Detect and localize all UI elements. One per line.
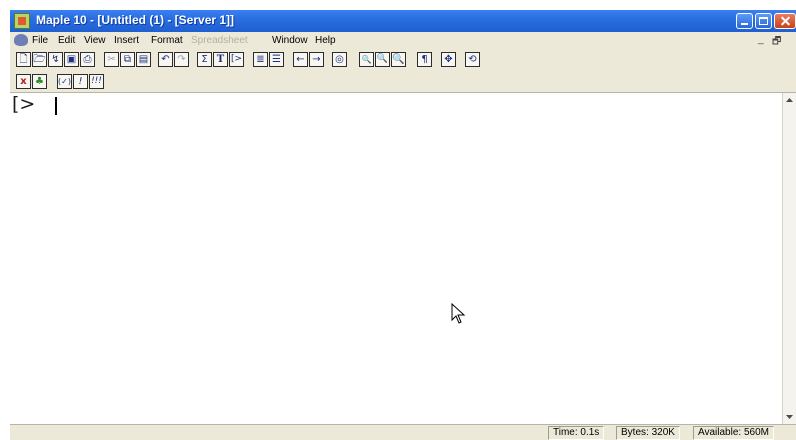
- paste-icon[interactable]: ▤: [136, 52, 151, 67]
- status-available: Available: 560M: [693, 426, 774, 440]
- menu-spreadsheet: Spreadsheet: [191, 35, 248, 46]
- minimize-button[interactable]: [736, 13, 753, 29]
- input-icon[interactable]: [>: [229, 52, 244, 67]
- check-icon[interactable]: (✓): [57, 74, 72, 89]
- status-time: Time: 0.1s: [548, 426, 605, 440]
- sum-icon[interactable]: Σ: [197, 52, 212, 67]
- maximize-button[interactable]: [755, 13, 772, 29]
- scroll-down-icon[interactable]: [783, 410, 796, 424]
- menu-window[interactable]: Window: [272, 35, 308, 46]
- document-menu-icon[interactable]: [14, 34, 28, 46]
- zoom-400-icon[interactable]: 🔍: [391, 52, 406, 67]
- undo-icon[interactable]: ↶: [158, 52, 173, 67]
- title-bar[interactable]: Maple 10 - [Untitled (1) - [Server 1]]: [10, 10, 796, 32]
- status-bar: Time: 0.1s Bytes: 320K Available: 560M: [10, 424, 796, 440]
- menu-view[interactable]: View: [84, 35, 106, 46]
- zoom-200-icon[interactable]: 🔍: [375, 52, 390, 67]
- text-icon[interactable]: T: [213, 52, 228, 67]
- window-title: Maple 10 - [Untitled (1) - [Server 1]]: [36, 13, 235, 27]
- back-icon[interactable]: ←: [293, 52, 308, 67]
- mdi-restore-button[interactable]: 🗗: [772, 34, 781, 51]
- save-icon[interactable]: ▣: [64, 52, 79, 67]
- open-icon[interactable]: 🗁: [32, 52, 47, 67]
- show-marks-icon[interactable]: ¶: [417, 52, 432, 67]
- execute-all-icon[interactable]: !!!: [89, 74, 104, 89]
- main-toolbar: 🗋 🗁 ↯ ▣ ⎙ ✂ ⧉ ▤ ↶ ↷ Σ T [> ≣ ☰ ← → ◎ 🔍 🔍…: [10, 50, 796, 71]
- stop-icon[interactable]: ◎: [332, 52, 347, 67]
- new-icon[interactable]: 🗋: [16, 52, 31, 67]
- status-bytes: Bytes: 320K: [616, 426, 680, 440]
- interrupt-icon[interactable]: x: [16, 74, 31, 89]
- maple-window: Maple 10 - [Untitled (1) - [Server 1]] F…: [10, 10, 796, 440]
- input-prompt: [>: [12, 93, 36, 115]
- scroll-up-icon[interactable]: [783, 93, 796, 107]
- open-url-icon[interactable]: ↯: [48, 52, 63, 67]
- fullscreen-icon[interactable]: ✥: [441, 52, 456, 67]
- close-button[interactable]: [774, 13, 796, 29]
- forward-icon[interactable]: →: [309, 52, 324, 67]
- mdi-minimize-button[interactable]: _: [758, 34, 764, 45]
- menu-insert[interactable]: Insert: [114, 35, 139, 46]
- maple-app-icon[interactable]: [14, 13, 30, 29]
- menu-file[interactable]: File: [32, 35, 48, 46]
- text-caret: [55, 97, 57, 115]
- redo-icon[interactable]: ↷: [174, 52, 189, 67]
- mouse-pointer-icon: [451, 303, 466, 324]
- menu-format[interactable]: Format: [151, 35, 183, 46]
- outdent-icon[interactable]: ☰: [269, 52, 284, 67]
- indent-icon[interactable]: ≣: [253, 52, 268, 67]
- menu-bar: File Edit View Insert Format Spreadsheet…: [10, 32, 796, 50]
- execute-icon[interactable]: !: [73, 74, 88, 89]
- debug-icon[interactable]: ♣: [32, 74, 47, 89]
- copy-icon[interactable]: ⧉: [120, 52, 135, 67]
- cut-icon[interactable]: ✂: [104, 52, 119, 67]
- execution-toolbar: x ♣ (✓) ! !!!: [10, 72, 796, 93]
- zoom-100-icon[interactable]: 🔍: [359, 52, 374, 67]
- print-icon[interactable]: ⎙: [80, 52, 95, 67]
- restart-icon[interactable]: ⟲: [465, 52, 480, 67]
- vertical-scrollbar[interactable]: [782, 93, 796, 424]
- menu-help[interactable]: Help: [315, 35, 336, 46]
- worksheet-area[interactable]: [>: [10, 93, 782, 424]
- menu-edit[interactable]: Edit: [58, 35, 75, 46]
